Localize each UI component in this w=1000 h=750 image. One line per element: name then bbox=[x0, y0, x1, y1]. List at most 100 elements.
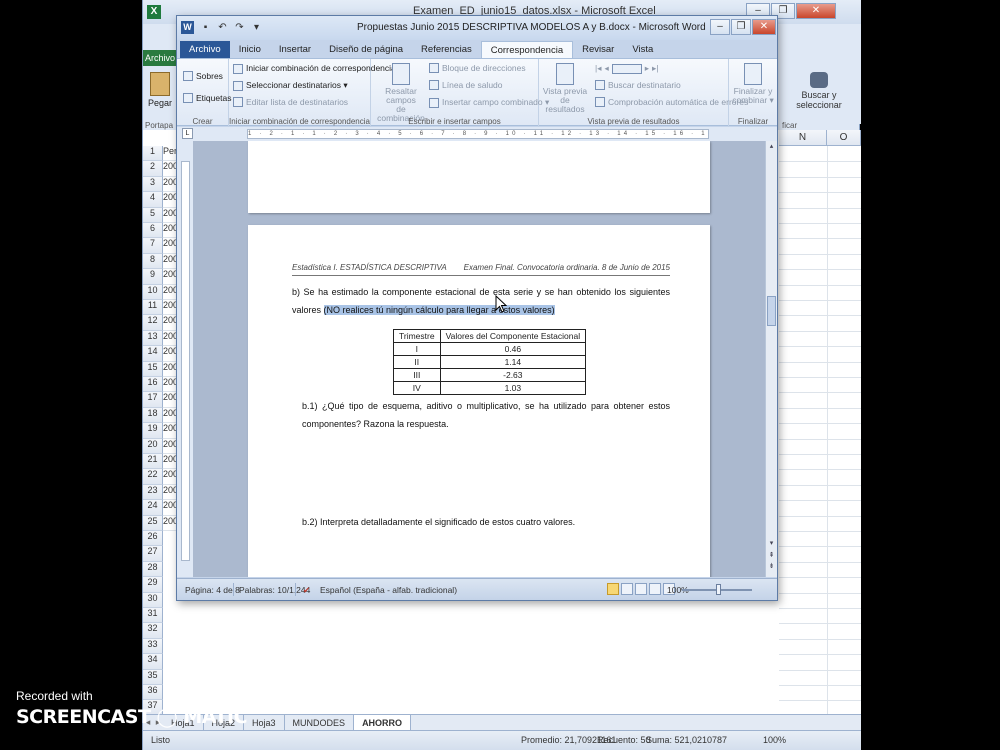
next-page-icon[interactable]: ⇟ bbox=[767, 562, 776, 572]
tab-revisar[interactable]: Revisar bbox=[573, 41, 623, 58]
previous-page-icon[interactable]: ⇞ bbox=[767, 551, 776, 561]
row-header[interactable]: 6 bbox=[143, 223, 163, 239]
tab-diseno-pagina[interactable]: Diseño de página bbox=[320, 41, 412, 58]
row-header[interactable]: 28 bbox=[143, 561, 163, 578]
vertical-scrollbar[interactable]: ▴ ▾ ⇞ ⇟ bbox=[765, 141, 777, 577]
cell-column-a[interactable]: 200 bbox=[163, 346, 177, 362]
row-header[interactable]: 20 bbox=[143, 438, 163, 454]
current-page[interactable]: Estadística I. ESTADÍSTICA DESCRIPTIVA E… bbox=[248, 225, 710, 577]
finalizar-combinar-button[interactable]: Finalizar y combinar ▾ bbox=[729, 63, 777, 105]
cell-column-a[interactable]: 200 bbox=[163, 300, 177, 316]
minimize-icon[interactable]: – bbox=[710, 19, 730, 35]
buscar-destinatario-button[interactable]: Buscar destinatario bbox=[595, 80, 681, 90]
tab-insertar[interactable]: Insertar bbox=[270, 41, 320, 58]
customize-toolbar-icon[interactable]: ▾ bbox=[251, 22, 262, 33]
row-header[interactable]: 2 bbox=[143, 161, 163, 177]
row-header[interactable]: 24 bbox=[143, 500, 163, 516]
word-count[interactable]: Palabras: 10/1.244 bbox=[239, 585, 310, 595]
row-header[interactable]: 31 bbox=[143, 608, 163, 624]
restore-icon[interactable]: ❐ bbox=[731, 19, 751, 35]
cell-column-a[interactable]: 200 bbox=[163, 516, 177, 531]
row-header[interactable]: 8 bbox=[143, 253, 163, 270]
save-icon[interactable]: ▪ bbox=[200, 22, 211, 33]
outline-icon[interactable] bbox=[649, 583, 661, 595]
cell-column-a[interactable]: 200 bbox=[163, 331, 177, 347]
page-count[interactable]: Página: 4 de 8 bbox=[185, 585, 240, 595]
cell-column-a[interactable]: 200 bbox=[163, 315, 177, 331]
cell-column-a[interactable]: 200 bbox=[163, 238, 177, 254]
row-header[interactable]: 29 bbox=[143, 577, 163, 593]
comprobacion-errores-button[interactable]: Comprobación automática de errores bbox=[595, 97, 748, 107]
cell-column-a[interactable]: 200 bbox=[163, 454, 177, 470]
etiquetas-button[interactable]: Etiquetas bbox=[183, 93, 231, 103]
vertical-ruler[interactable] bbox=[177, 141, 193, 577]
row-header[interactable]: 35 bbox=[143, 669, 163, 685]
row-header[interactable]: 33 bbox=[143, 638, 163, 655]
editar-lista-button[interactable]: Editar lista de destinatarios bbox=[233, 97, 348, 107]
cell-column-a[interactable]: 200 bbox=[163, 500, 177, 516]
sheet-tab-hoja3[interactable]: Hoja3 bbox=[244, 714, 285, 731]
row-header[interactable]: 16 bbox=[143, 377, 163, 393]
row-header[interactable]: 4 bbox=[143, 192, 163, 208]
bloque-direcciones-button[interactable]: Bloque de direcciones bbox=[429, 63, 526, 73]
paragraph-b[interactable]: b) Se ha estimado la componente estacion… bbox=[292, 283, 670, 319]
row-header[interactable]: 26 bbox=[143, 531, 163, 547]
row-header[interactable]: 7 bbox=[143, 238, 163, 254]
full-screen-reading-icon[interactable] bbox=[621, 583, 633, 595]
find-select-button[interactable]: Buscar y seleccionar bbox=[789, 72, 849, 110]
cell-column-a[interactable]: Per bbox=[163, 146, 177, 162]
redo-icon[interactable]: ↷ bbox=[234, 22, 245, 33]
row-header[interactable]: 1 bbox=[143, 146, 163, 162]
proofing-icon[interactable]: ✔ bbox=[303, 585, 310, 596]
scroll-down-icon[interactable]: ▾ bbox=[767, 539, 776, 549]
sheet-tab-ahorro[interactable]: AHORRO bbox=[354, 714, 412, 731]
row-header[interactable]: 27 bbox=[143, 546, 163, 562]
cell-column-a[interactable]: 200 bbox=[163, 485, 177, 501]
next-record-icon[interactable]: ▸ bbox=[645, 63, 649, 74]
document-area[interactable]: Estadística I. ESTADÍSTICA DESCRIPTIVA E… bbox=[193, 141, 765, 577]
close-icon[interactable]: ✕ bbox=[796, 3, 836, 19]
row-header[interactable]: 12 bbox=[143, 315, 163, 331]
cell-column-a[interactable]: 200 bbox=[163, 161, 177, 177]
zoom-slider-thumb[interactable] bbox=[716, 584, 721, 595]
prev-record-icon[interactable]: ◂ bbox=[604, 63, 608, 74]
row-header[interactable]: 17 bbox=[143, 392, 163, 408]
undo-icon[interactable]: ↶ bbox=[217, 22, 228, 33]
row-header[interactable]: 15 bbox=[143, 361, 163, 377]
sheet-tab-mundodes[interactable]: MUNDODES bbox=[285, 714, 355, 731]
cell-column-a[interactable]: 200 bbox=[163, 469, 177, 485]
column-header-n[interactable]: N bbox=[779, 130, 827, 146]
row-header[interactable]: 9 bbox=[143, 269, 163, 285]
cell-column-a[interactable]: 200 bbox=[163, 192, 177, 208]
first-record-icon[interactable]: |◂ bbox=[595, 63, 601, 74]
row-header[interactable]: 19 bbox=[143, 423, 163, 439]
scroll-up-icon[interactable]: ▴ bbox=[767, 142, 776, 152]
cell-column-a[interactable]: 200 bbox=[163, 408, 177, 424]
selected-text[interactable]: (NO realices tú ningún cálculo para lleg… bbox=[323, 305, 555, 315]
sobres-button[interactable]: Sobres bbox=[183, 71, 223, 81]
cell-column-a[interactable]: 200 bbox=[163, 208, 177, 223]
row-header[interactable]: 34 bbox=[143, 654, 163, 670]
row-header[interactable]: 32 bbox=[143, 623, 163, 639]
excel-zoom-level[interactable]: 100% bbox=[763, 735, 786, 745]
print-layout-icon[interactable] bbox=[607, 583, 619, 595]
seleccionar-destinatarios-button[interactable]: Seleccionar destinatarios ▾ bbox=[233, 80, 348, 91]
cell-column-a[interactable]: 200 bbox=[163, 177, 177, 193]
web-layout-icon[interactable] bbox=[635, 583, 647, 595]
tab-vista[interactable]: Vista bbox=[623, 41, 662, 58]
row-header[interactable]: 3 bbox=[143, 176, 163, 193]
word-title-bar[interactable]: W ▪ ↶ ↷ ▾ Propuestas Junio 2015 DESCRIPT… bbox=[177, 16, 777, 40]
ruler-scale[interactable]: 1 · 2 · 1 · 1 · 2 · 3 · 4 · 5 · 6 · 7 · … bbox=[247, 129, 709, 139]
row-header[interactable]: 25 bbox=[143, 515, 163, 531]
cell-column-a[interactable]: 200 bbox=[163, 439, 177, 454]
record-navigation[interactable]: |◂ ◂ ▸ ▸| bbox=[595, 63, 659, 74]
tab-archivo[interactable]: Archivo bbox=[180, 41, 230, 58]
cell-column-a[interactable]: 200 bbox=[163, 362, 177, 377]
excel-paste-button[interactable]: Pegar bbox=[147, 72, 173, 116]
row-header[interactable]: 36 bbox=[143, 685, 163, 701]
paragraph-b1[interactable]: b.1) ¿Qué tipo de esquema, aditivo o mul… bbox=[302, 397, 670, 433]
tab-inicio[interactable]: Inicio bbox=[230, 41, 270, 58]
cell-column-a[interactable]: 200 bbox=[163, 223, 177, 239]
tab-referencias[interactable]: Referencias bbox=[412, 41, 481, 58]
previous-page[interactable] bbox=[248, 141, 710, 213]
